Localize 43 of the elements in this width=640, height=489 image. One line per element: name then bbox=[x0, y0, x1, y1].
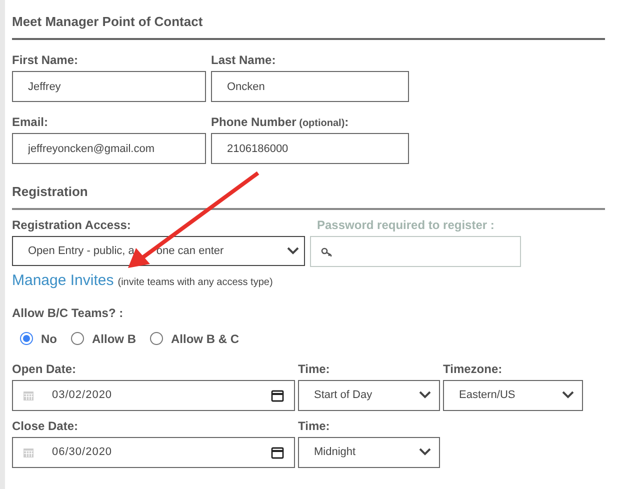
calendar-icon bbox=[271, 388, 284, 402]
hint-text: (invite teams with any access type) bbox=[118, 276, 273, 290]
calendar-icon bbox=[271, 446, 284, 458]
radio-button[interactable] bbox=[150, 332, 163, 345]
field-label: Close Date: bbox=[12, 418, 80, 432]
dropdown[interactable]: Midnight bbox=[298, 436, 440, 468]
text-field[interactable]: 2106186000 bbox=[211, 133, 409, 164]
chevron-down-icon bbox=[287, 247, 299, 255]
dropdown-value: one can enter bbox=[156, 244, 224, 259]
field-label: Time: bbox=[298, 360, 331, 374]
calendar-icon bbox=[23, 390, 34, 400]
key-icon bbox=[321, 246, 333, 256]
section-title: Meet Manager Point of Contact bbox=[12, 14, 203, 29]
calendar-icon bbox=[23, 446, 34, 458]
date-field[interactable]: 06/30/2020 bbox=[12, 436, 295, 468]
dropdown[interactable]: Start of Day bbox=[298, 380, 440, 410]
date-field[interactable]: 03/02/2020 bbox=[12, 380, 295, 410]
radio-option[interactable]: No bbox=[20, 330, 57, 348]
field-label: Last Name: bbox=[211, 52, 277, 66]
section-title: Registration bbox=[12, 184, 88, 199]
dropdown[interactable]: Open Entry - public, a one can enter bbox=[12, 236, 305, 266]
radio-option[interactable]: Allow B bbox=[71, 330, 136, 348]
chevron-down-icon bbox=[419, 391, 431, 399]
field-label: Open Date: bbox=[12, 360, 78, 374]
chevron-down-icon bbox=[562, 391, 574, 399]
field-label: Registration Access: bbox=[12, 217, 132, 231]
text-field[interactable]: jeffreyoncken@gmail.com bbox=[12, 133, 206, 164]
field-label: Time: bbox=[298, 418, 331, 432]
field-label: Allow B/C Teams? : bbox=[12, 304, 124, 322]
text-field[interactable]: Jeffrey bbox=[12, 71, 206, 102]
field-label: Phone Number (optional): bbox=[211, 114, 350, 128]
dropdown[interactable]: Eastern/US bbox=[443, 380, 583, 410]
field-label: Timezone: bbox=[443, 360, 504, 374]
field-label: Email: bbox=[12, 114, 50, 128]
text-field[interactable]: Oncken bbox=[211, 71, 409, 102]
radio-option[interactable]: Allow B & C bbox=[150, 330, 239, 348]
field-label: Password required to register : bbox=[317, 217, 496, 231]
manage-invites-link[interactable]: Manage Invites bbox=[12, 270, 114, 292]
dropdown-value: Open Entry - public, a bbox=[28, 244, 134, 259]
field-label: First Name: bbox=[12, 52, 80, 66]
radio-button[interactable] bbox=[20, 332, 33, 345]
chevron-down-icon bbox=[419, 448, 431, 456]
radio-button[interactable] bbox=[71, 332, 84, 345]
